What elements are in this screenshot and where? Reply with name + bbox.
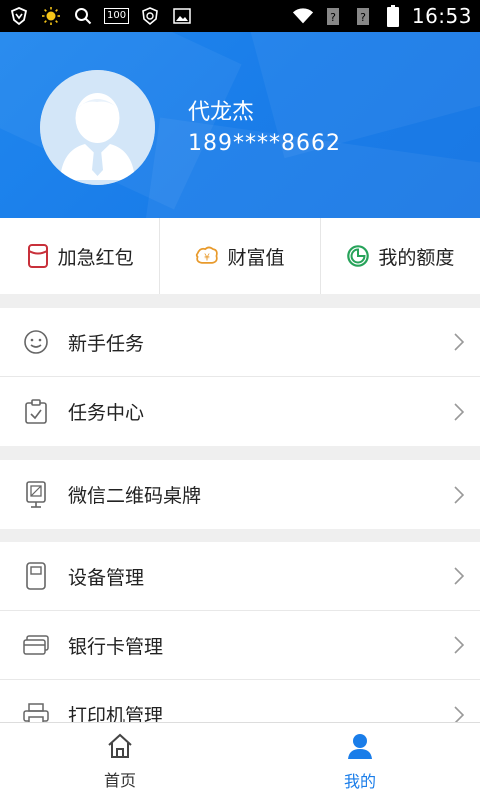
menu-item-label: 新手任务 xyxy=(68,332,145,355)
person-icon xyxy=(346,732,374,764)
tab-home[interactable]: 首页 xyxy=(0,723,240,800)
menu-group-qr: 微信二维码桌牌 xyxy=(0,460,480,529)
status-bar: 100 ? ? 16:53 xyxy=(0,0,480,32)
chevron-right-icon xyxy=(452,566,466,586)
tab-label: 我的 xyxy=(343,771,376,791)
tab-label: 首页 xyxy=(103,770,136,790)
chevron-right-icon xyxy=(452,485,466,505)
security-shield-icon xyxy=(139,5,161,27)
menu-item-label: 微信二维码桌牌 xyxy=(68,485,202,507)
menu-item-newbie-tasks[interactable]: 新手任务 xyxy=(0,308,480,377)
menu-item-task-center[interactable]: 任务中心 xyxy=(0,377,480,446)
battery-icon xyxy=(382,5,404,27)
tab-mine[interactable]: 我的 xyxy=(240,723,480,800)
user-phone: 189****8662 xyxy=(188,131,341,156)
home-icon xyxy=(106,733,134,763)
red-envelope-icon xyxy=(26,244,50,268)
clock: 16:53 xyxy=(411,4,472,28)
wifi-icon xyxy=(292,5,314,27)
quick-actions-bar: 加急红包 ¥ 财富值 我的额度 xyxy=(0,218,480,294)
smile-icon xyxy=(22,328,50,356)
menu-item-bank-card-management[interactable]: 银行卡管理 xyxy=(0,611,480,680)
menu-item-device-management[interactable]: 设备管理 xyxy=(0,542,480,611)
quick-action-urgent-red-envelope[interactable]: 加急红包 xyxy=(0,218,161,294)
battery-level-badge: 100 xyxy=(104,8,130,24)
bank-card-icon xyxy=(22,631,50,659)
menu-item-label: 设备管理 xyxy=(68,566,145,589)
quick-action-wealth[interactable]: ¥ 财富值 xyxy=(160,218,321,294)
menu-item-label: 银行卡管理 xyxy=(68,635,164,658)
wealth-icon: ¥ xyxy=(195,244,219,268)
chevron-right-icon xyxy=(452,635,466,655)
chevron-right-icon xyxy=(452,332,466,352)
profile-header: 代龙杰 189****8662 xyxy=(0,32,480,218)
quick-action-label: 财富值 xyxy=(227,246,285,269)
shield-icon xyxy=(8,5,30,27)
bottom-navigation: 首页 我的 xyxy=(0,722,480,800)
quick-action-label: 我的额度 xyxy=(378,246,455,269)
credit-limit-icon xyxy=(346,244,370,268)
sun-icon xyxy=(40,5,62,27)
avatar[interactable] xyxy=(40,70,155,185)
menu-item-wechat-qr-stand[interactable]: 微信二维码桌牌 xyxy=(0,460,480,529)
qr-stand-icon xyxy=(22,480,50,509)
clipboard-check-icon xyxy=(22,398,50,426)
device-icon xyxy=(22,562,50,590)
menu-group-tasks: 新手任务 任务中心 xyxy=(0,308,480,446)
svg-text:¥: ¥ xyxy=(204,252,210,263)
quick-action-label: 加急红包 xyxy=(57,246,134,269)
user-silhouette-icon xyxy=(40,70,155,185)
chevron-right-icon xyxy=(452,402,466,422)
image-icon xyxy=(171,5,193,27)
menu-item-label: 任务中心 xyxy=(68,402,145,424)
search-icon xyxy=(72,5,94,27)
signal-unknown-icon: ? xyxy=(322,5,344,27)
menu-group-management: 设备管理 银行卡管理 打印机管理 xyxy=(0,542,480,749)
svg-text:?: ? xyxy=(360,11,366,24)
user-name: 代龙杰 xyxy=(188,100,255,125)
signal-unknown-icon: ? xyxy=(352,5,374,27)
quick-action-my-credit-limit[interactable]: 我的额度 xyxy=(321,218,480,294)
svg-text:?: ? xyxy=(330,11,336,24)
